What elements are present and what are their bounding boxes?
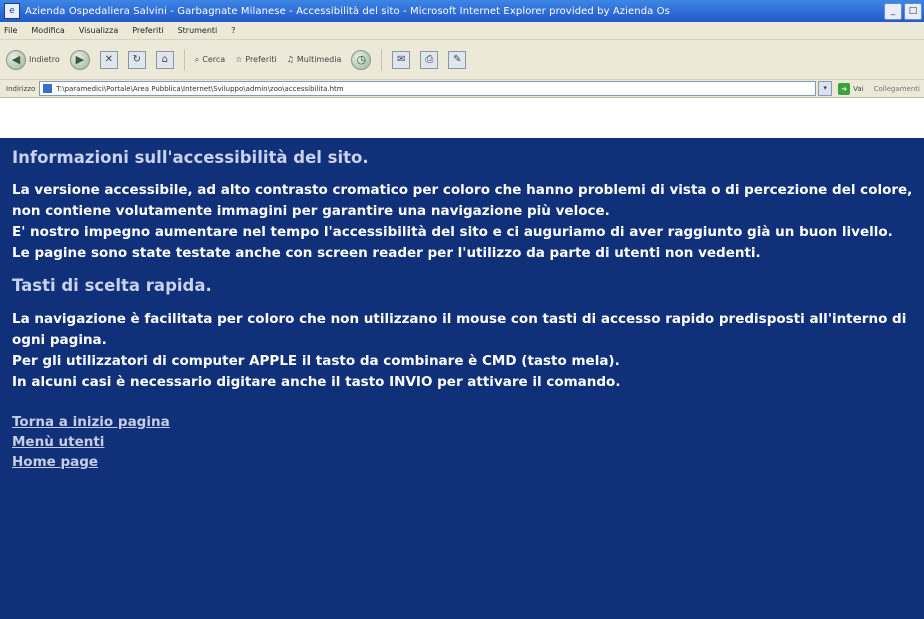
shortcut-line-1: La navigazione è facilitata per coloro c… bbox=[12, 311, 907, 348]
link-user-menu[interactable]: Menù utenti bbox=[12, 432, 924, 452]
shortcuts-heading: Tasti di scelta rapida. bbox=[12, 276, 212, 295]
page-links: Torna a inizio pagina Menù utenti Home p… bbox=[12, 412, 924, 472]
go-button[interactable]: ➜ Vai bbox=[838, 82, 864, 95]
page-icon bbox=[43, 84, 53, 93]
title-bar: e Azienda Ospedaliera Salvini - Garbagna… bbox=[0, 0, 924, 22]
home-icon[interactable]: ⌂ bbox=[155, 50, 174, 69]
info-line-3: Le pagine sono state testate anche con s… bbox=[12, 245, 761, 261]
menu-visualizza[interactable]: Visualizza bbox=[79, 26, 118, 35]
links-label[interactable]: Collegamenti bbox=[874, 85, 920, 93]
ie-icon: e bbox=[4, 3, 20, 19]
favorites-button[interactable]: ☆ Preferiti bbox=[235, 55, 277, 64]
browser-window: e Azienda Ospedaliera Salvini - Garbagna… bbox=[0, 0, 924, 619]
window-title: Azienda Ospedaliera Salvini - Garbagnate… bbox=[25, 5, 670, 17]
link-home-page[interactable]: Home page bbox=[12, 452, 924, 472]
mail-icon[interactable]: ✉ bbox=[392, 50, 411, 69]
menu-help[interactable]: ? bbox=[231, 26, 235, 35]
info-line-2: E' nostro impegno aumentare nel tempo l'… bbox=[12, 224, 893, 240]
toolbar-separator-2 bbox=[381, 48, 383, 71]
back-arrow-icon: ◀ bbox=[6, 49, 26, 70]
search-icon: ⌕ bbox=[194, 54, 200, 64]
forward-arrow-icon: ▶ bbox=[69, 49, 90, 70]
go-arrow-icon: ➜ bbox=[838, 82, 851, 95]
info-line-1: La versione accessibile, ad alto contras… bbox=[12, 182, 913, 219]
address-label: Indirizzo bbox=[6, 84, 36, 93]
address-bar: Indirizzo T:\paramedici\Portale\Area Pub… bbox=[0, 80, 924, 98]
print-icon[interactable]: ⎙ bbox=[420, 50, 439, 69]
go-label: Vai bbox=[853, 84, 864, 93]
favorites-label: Preferiti bbox=[245, 55, 277, 64]
shortcut-line-3: In alcuni casi è necessario digitare anc… bbox=[12, 374, 621, 390]
back-label: Indietro bbox=[29, 55, 60, 64]
address-input[interactable]: T:\paramedici\Portale\Area Pubblica\Inte… bbox=[39, 81, 817, 96]
address-dropdown-icon[interactable]: ▾ bbox=[818, 81, 833, 96]
edit-icon[interactable]: ✎ bbox=[448, 50, 467, 69]
search-button[interactable]: ⌕ Cerca bbox=[195, 55, 225, 65]
toolbar: ◀ Indietro ▶ ✕ ↻ ⌂ ⌕ Cerca ☆ Preferiti ♫… bbox=[0, 40, 924, 80]
menu-preferiti[interactable]: Preferiti bbox=[132, 26, 163, 35]
accessibility-info: La versione accessibile, ad alto contras… bbox=[12, 180, 924, 264]
search-label: Cerca bbox=[202, 55, 226, 64]
star-icon: ☆ bbox=[235, 55, 243, 64]
toolbar-separator bbox=[183, 48, 185, 71]
minimize-icon[interactable]: _ bbox=[884, 2, 902, 20]
stop-icon[interactable]: ✕ bbox=[99, 50, 118, 69]
page-content: Informazioni sull'accessibilità del sito… bbox=[0, 138, 924, 619]
forward-button[interactable]: ▶ bbox=[69, 49, 90, 70]
multimedia-label: Multimedia bbox=[296, 55, 342, 64]
address-url: T:\paramedici\Portale\Area Pubblica\Inte… bbox=[56, 84, 344, 93]
shortcuts-info: La navigazione è facilitata per coloro c… bbox=[12, 309, 924, 393]
link-top-of-page[interactable]: Torna a inizio pagina bbox=[12, 412, 924, 432]
back-button[interactable]: ◀ Indietro bbox=[6, 49, 60, 70]
media-icon: ♫ bbox=[286, 55, 294, 64]
refresh-icon[interactable]: ↻ bbox=[127, 50, 146, 69]
page-title: Informazioni sull'accessibilità del sito… bbox=[12, 148, 369, 167]
menu-bar: File Modifica Visualizza Preferiti Strum… bbox=[0, 22, 924, 40]
history-icon[interactable]: ◷ bbox=[351, 49, 372, 70]
shortcut-line-2: Per gli utilizzatori di computer APPLE i… bbox=[12, 353, 620, 369]
window-controls: _ □ bbox=[884, 2, 922, 20]
multimedia-button[interactable]: ♫ Multimedia bbox=[287, 55, 342, 64]
menu-strumenti[interactable]: Strumenti bbox=[178, 26, 218, 35]
menu-modifica[interactable]: Modifica bbox=[31, 26, 64, 35]
menu-file[interactable]: File bbox=[4, 26, 17, 35]
maximize-icon[interactable]: □ bbox=[904, 2, 922, 20]
